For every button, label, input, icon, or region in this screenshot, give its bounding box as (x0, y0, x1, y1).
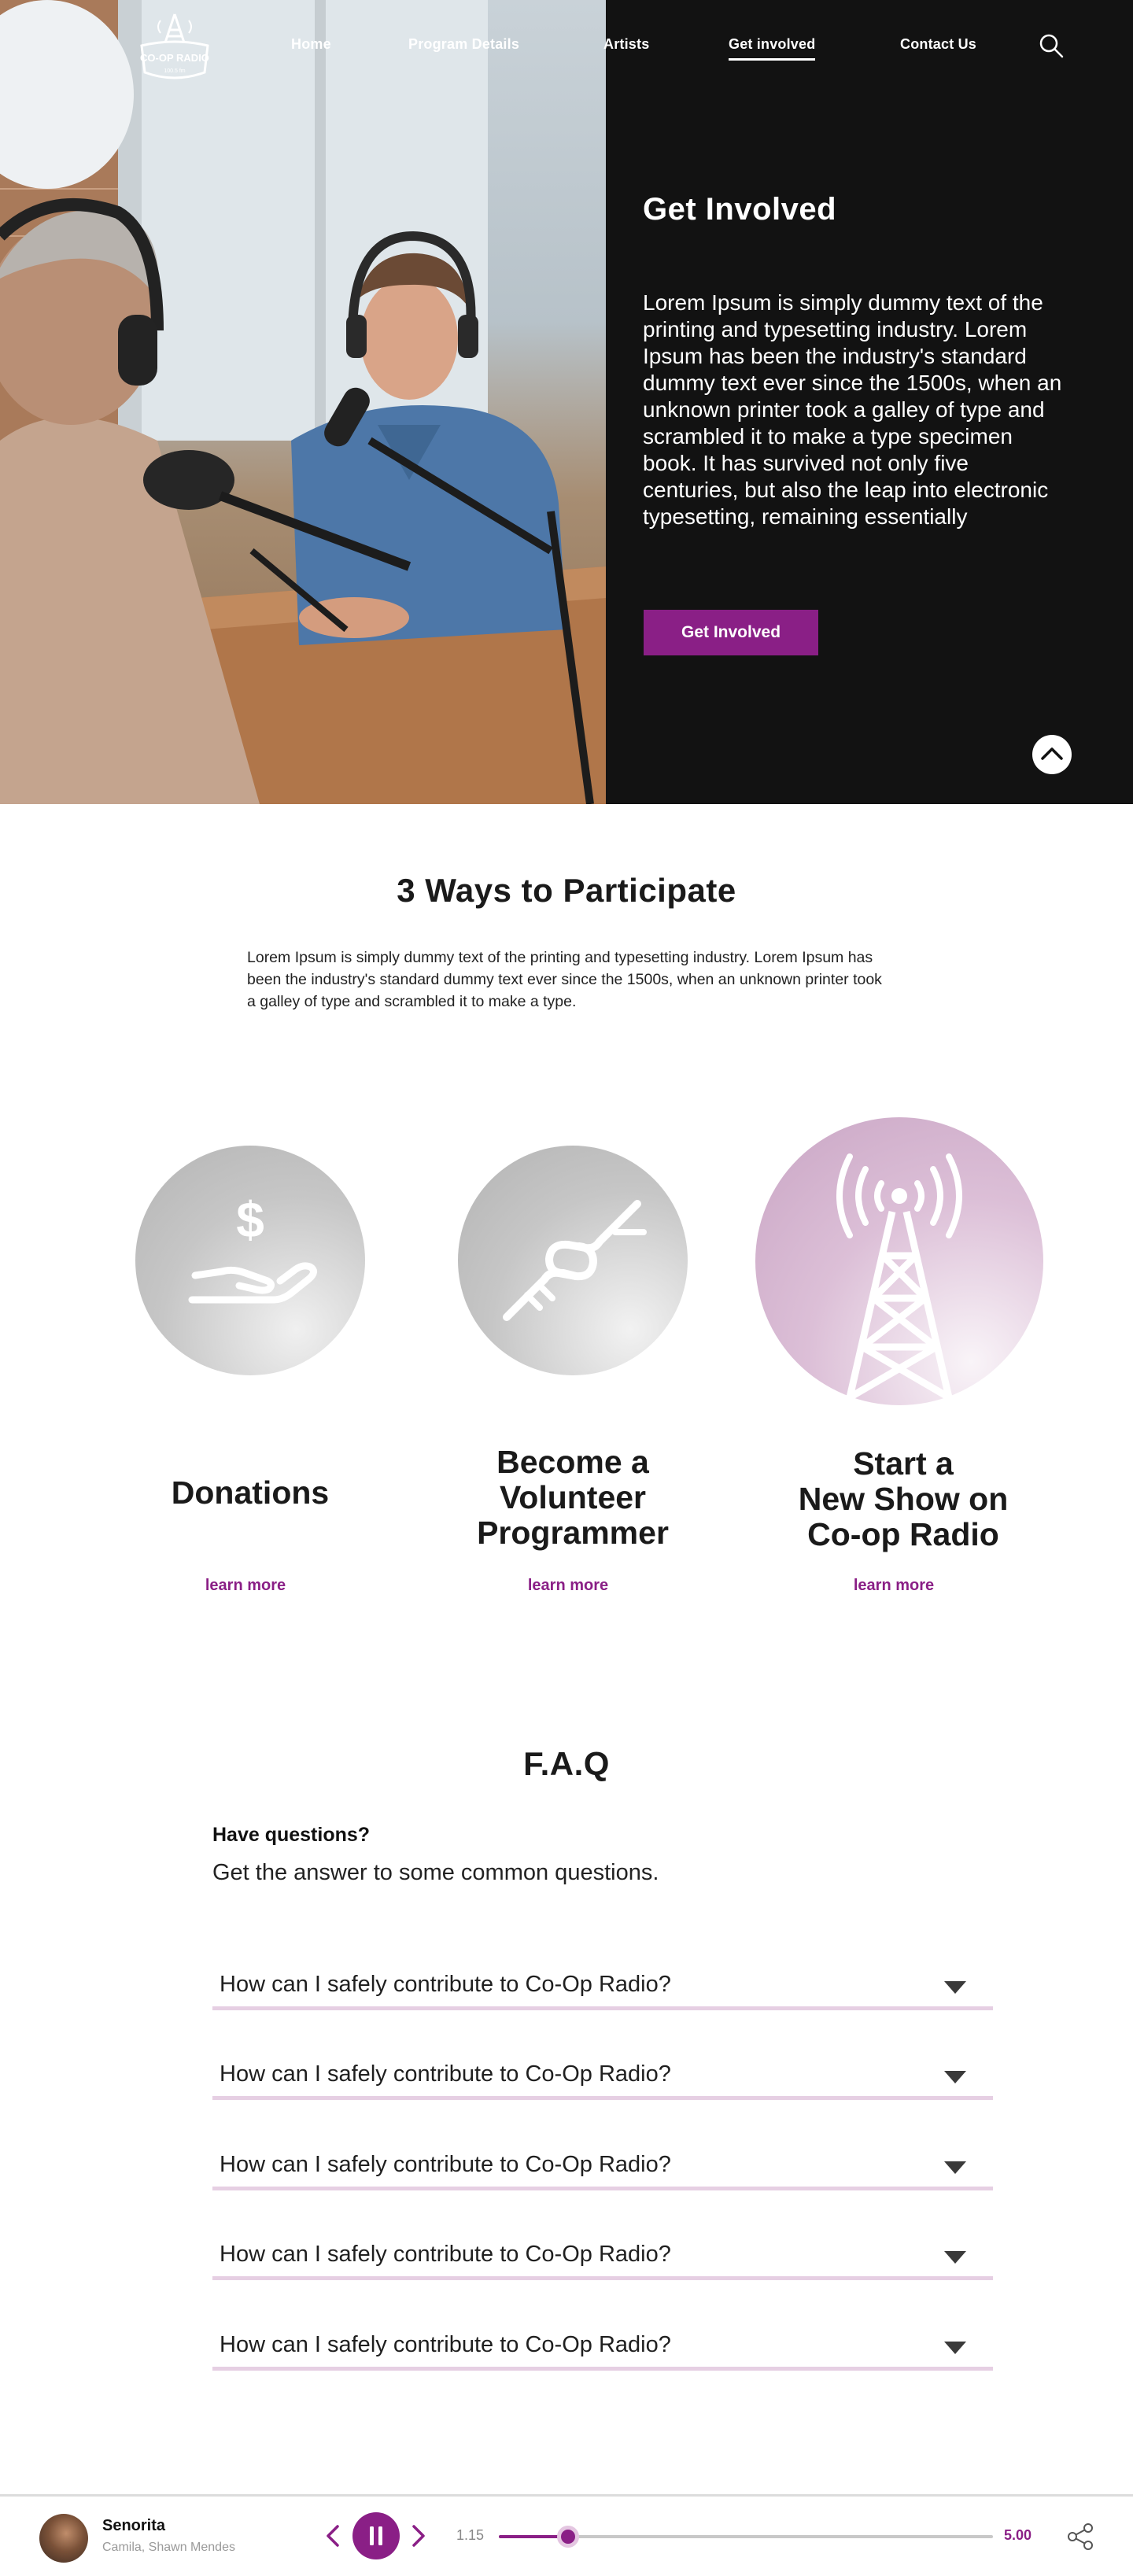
track-artist: Camila, Shawn Mendes (102, 2541, 235, 2554)
nav-home[interactable]: Home (291, 36, 331, 53)
hero-title: Get Involved (643, 192, 837, 227)
ways-section-title: 3 Ways to Participate (397, 872, 736, 909)
nav-get-involved[interactable]: Get involved (729, 36, 816, 61)
faq-item[interactable]: How can I safely contribute to Co-Op Rad… (212, 2234, 993, 2281)
learn-more-volunteer-link[interactable]: learn more (450, 1577, 686, 1595)
logo-subtext: 100.5 fm (164, 68, 185, 74)
nav-contact-us[interactable]: Contact Us (900, 36, 976, 53)
caret-down-icon[interactable] (944, 2071, 966, 2083)
pause-icon[interactable] (352, 2512, 400, 2559)
nav-artists[interactable]: Artists (603, 36, 649, 53)
way-title-volunteer-line: Programmer (477, 1515, 669, 1551)
hero-body-text: Lorem Ipsum is simply dummy text of the … (643, 290, 1062, 529)
caret-down-icon[interactable] (944, 1981, 966, 1994)
total-time: 5.00 (1004, 2527, 1032, 2543)
svg-text:$: $ (236, 1191, 264, 1248)
co-op-radio-logo[interactable]: CO-OP RADIO 100.5 fm (135, 11, 214, 82)
caret-down-icon[interactable] (944, 2251, 966, 2264)
track-title: Senorita (102, 2517, 166, 2534)
faq-question: How can I safely contribute to Co-Op Rad… (220, 2242, 671, 2267)
faq-question: How can I safely contribute to Co-Op Rad… (220, 2332, 671, 2357)
faq-item[interactable]: How can I safely contribute to Co-Op Rad… (212, 2324, 993, 2371)
caret-down-icon[interactable] (944, 2342, 966, 2354)
get-involved-button[interactable]: Get Involved (644, 610, 818, 655)
radio-tower-icon[interactable] (755, 1117, 1043, 1405)
caret-down-icon[interactable] (944, 2161, 966, 2174)
music-player-bar: Senorita Camila, Shawn Mendes 1.15 5.00 (0, 2494, 1133, 2576)
faq-question: How can I safely contribute to Co-Op Rad… (220, 2152, 671, 2177)
way-title-new-show-line: New Show on (798, 1481, 1009, 1517)
faq-item[interactable]: How can I safely contribute to Co-Op Rad… (212, 2144, 993, 2191)
nav-program-details[interactable]: Program Details (408, 36, 519, 53)
current-time: 1.15 (456, 2527, 485, 2543)
faq-divider (212, 2367, 993, 2371)
way-title-new-show-line: Co-op Radio (807, 1516, 999, 1552)
faq-item[interactable]: How can I safely contribute to Co-Op Rad… (212, 2054, 993, 2101)
way-title-new-show-line: Start a (853, 1445, 954, 1482)
previous-track-icon[interactable] (323, 2523, 342, 2548)
album-art (39, 2514, 88, 2563)
hero-section: CO-OP RADIO 100.5 fm Home Program Detail… (0, 0, 1133, 804)
progress-bar[interactable] (499, 2526, 993, 2548)
faq-question: How can I safely contribute to Co-Op Rad… (220, 1972, 671, 1997)
way-title-new-show: Start a New Show on Co-op Radio (762, 1446, 1045, 1552)
chevron-up-icon[interactable] (1032, 735, 1072, 774)
faq-divider (212, 2096, 993, 2100)
faq-question: How can I safely contribute to Co-Op Rad… (220, 2061, 671, 2087)
donation-hand-icon[interactable]: $ (135, 1146, 365, 1375)
faq-subtitle: Have questions? (212, 1824, 371, 1846)
ways-intro-text: Lorem Ipsum is simply dummy text of the … (247, 949, 882, 1010)
faq-divider (212, 2006, 993, 2010)
way-title-volunteer-line: Volunteer (499, 1479, 647, 1515)
faq-divider (212, 2276, 993, 2280)
handshake-icon[interactable] (458, 1146, 688, 1375)
logo-text: CO-OP RADIO (140, 52, 209, 64)
next-track-icon[interactable] (409, 2523, 428, 2548)
search-icon[interactable] (1037, 31, 1065, 60)
faq-item[interactable]: How can I safely contribute to Co-Op Rad… (212, 1964, 993, 2011)
faq-divider (212, 2187, 993, 2190)
way-title-volunteer-line: Become a (496, 1444, 649, 1480)
way-title-volunteer: Become a Volunteer Programmer (455, 1445, 691, 1551)
learn-more-new-show-link[interactable]: learn more (776, 1577, 1012, 1595)
share-icon[interactable] (1065, 2522, 1095, 2552)
way-title-donations: Donations (171, 1474, 330, 1511)
hero-photo (0, 0, 606, 804)
faq-description: Get the answer to some common questions. (212, 1860, 659, 1885)
learn-more-donations-link[interactable]: learn more (127, 1577, 364, 1595)
faq-title: F.A.Q (523, 1745, 610, 1782)
main-nav: CO-OP RADIO 100.5 fm Home Program Detail… (0, 0, 1133, 93)
progress-knob[interactable] (556, 2526, 579, 2548)
